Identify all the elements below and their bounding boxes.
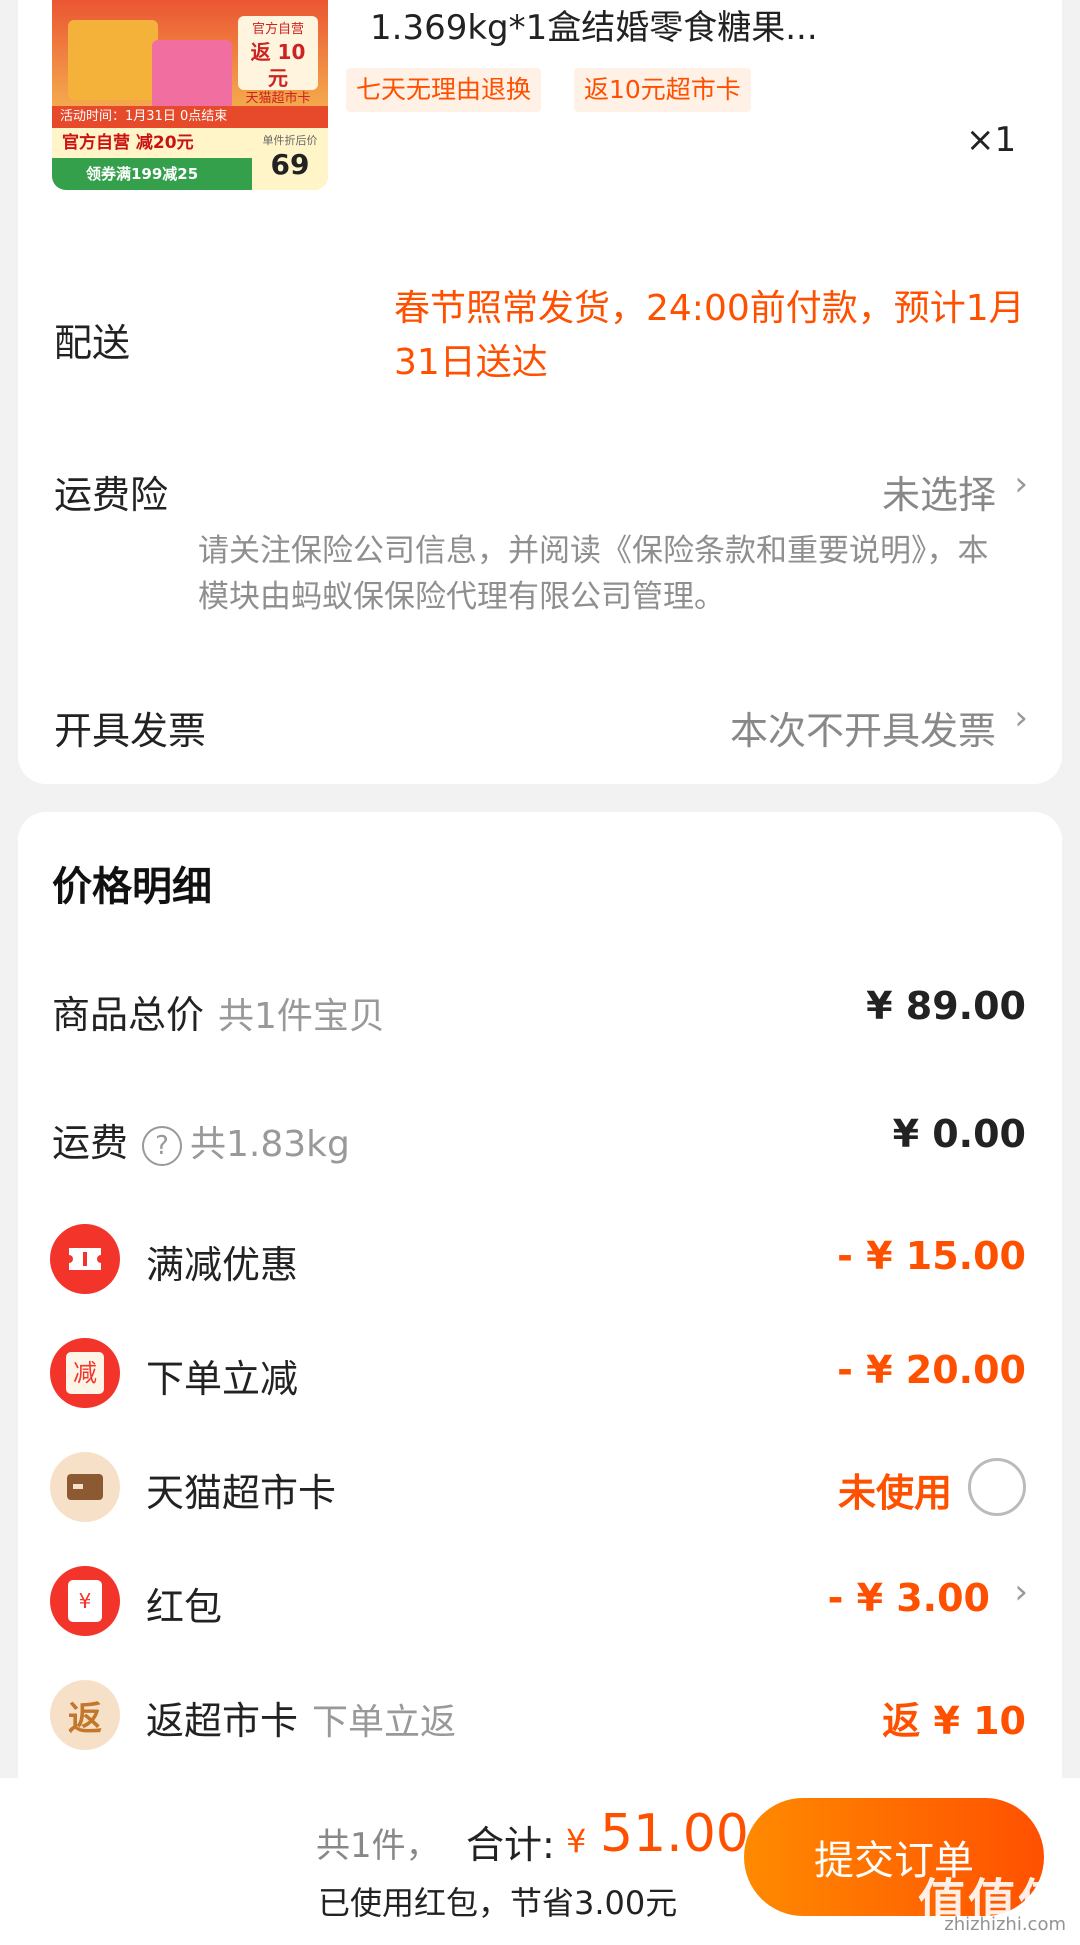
- goods-total-value: ¥ 89.00: [866, 984, 1026, 1028]
- return-icon: 返: [50, 1680, 120, 1750]
- red-packet-label: 红包: [146, 1585, 223, 1629]
- product-coupon-strip: 领券满199减25: [52, 158, 252, 190]
- price-detail-card: 价格明细 商品总价 共1件宝贝 ¥ 89.00 运费? 共1.83kg ¥ 0.00…: [18, 812, 1062, 1812]
- shipping-fee-row: 运费? 共1.83kg: [52, 1112, 350, 1167]
- tag-return-policy: 七天无理由退换: [346, 68, 542, 112]
- tag-supermarket-card: 返10元超市卡: [574, 68, 751, 112]
- order-discount-label: 下单立减: [146, 1357, 299, 1401]
- full-reduction-label: 满减优惠: [146, 1243, 299, 1287]
- product-title[interactable]: 1.369kg*1盒结婚零食糖果...: [370, 0, 818, 49]
- chevron-right-icon[interactable]: ›: [1014, 464, 1028, 504]
- return-icon-text: 返: [68, 1698, 102, 1739]
- goods-total-row: 商品总价 共1件宝贝: [52, 984, 385, 1039]
- insurance-note: 请关注保险公司信息，并阅读《保险条款和重要说明》，本模块由蚂蚁保保险代理有限公司…: [198, 533, 989, 615]
- currency-symbol: ¥: [566, 1822, 587, 1860]
- help-icon[interactable]: ?: [142, 1125, 183, 1166]
- product-promo-badge: 官方自营 返 10 元 天猫超市卡: [238, 16, 318, 106]
- order-discount-value: - ¥ 20.00: [837, 1348, 1026, 1392]
- shipping-fee-value: ¥ 0.00: [892, 1112, 1026, 1156]
- tmall-card-radio[interactable]: [968, 1458, 1026, 1516]
- order-info-card: 官方自营 返 10 元 天猫超市卡 活动时间：1月31日 0点结束 官方自营 减…: [18, 0, 1062, 784]
- delivery-info: 春节照常发货，24:00前付款，预计1月31日送达: [394, 288, 1025, 383]
- shipping-insurance-label: 运费险: [54, 473, 169, 517]
- product-activity-strip: 活动时间：1月31日 0点结束: [52, 106, 328, 128]
- return-card-value: 返 ¥ 10: [882, 1699, 1026, 1743]
- shipping-insurance-value[interactable]: 未选择: [882, 464, 996, 519]
- invoice-label: 开具发票: [54, 709, 207, 753]
- product-box-graphic: [152, 40, 232, 110]
- chevron-right-icon[interactable]: ›: [1014, 698, 1028, 738]
- product-box-graphic: [68, 20, 158, 100]
- product-image[interactable]: 官方自营 返 10 元 天猫超市卡 活动时间：1月31日 0点结束 官方自营 减…: [52, 0, 328, 190]
- full-reduction-value: - ¥ 15.00: [837, 1234, 1026, 1278]
- item-count: 共1件，: [316, 1826, 440, 1866]
- price-detail-title: 价格明细: [52, 864, 212, 910]
- chevron-right-icon[interactable]: ›: [1014, 1572, 1028, 1612]
- discount-icon-text: 减: [66, 1352, 104, 1394]
- goods-total-count: 共1件宝贝: [218, 996, 385, 1037]
- product-quantity: ×1: [966, 120, 1017, 160]
- delivery-label: 配送: [54, 321, 131, 365]
- tmall-card-label: 天猫超市卡: [146, 1471, 337, 1515]
- return-card-sub: 下单立返: [312, 1702, 457, 1743]
- shipping-weight: 共1.83kg: [190, 1124, 350, 1165]
- goods-total-label: 商品总价: [52, 993, 205, 1037]
- product-self-operated-strip: 官方自营 减20元: [52, 128, 252, 158]
- watermark-url: zhizhizhi.com: [944, 1914, 1066, 1935]
- return-card-label: 返超市卡: [146, 1699, 299, 1743]
- tmall-card-status: 未使用: [837, 1471, 952, 1515]
- total-label: 合计:: [466, 1823, 555, 1867]
- invoice-value[interactable]: 本次不开具发票: [730, 700, 996, 755]
- total-amount: 51.00: [600, 1804, 749, 1864]
- product-unit-price: 单件折后价 69: [252, 128, 328, 190]
- red-packet-value[interactable]: - ¥ 3.00: [828, 1576, 990, 1620]
- return-card-row: 返超市卡 下单立返: [146, 1690, 456, 1745]
- red-packet-icon: ¥: [50, 1566, 120, 1636]
- savings-note: 已使用红包，节省3.00元: [318, 1884, 678, 1922]
- red-packet-icon-text: ¥: [68, 1580, 102, 1622]
- ticket-icon: [50, 1224, 120, 1294]
- shipping-fee-label: 运费: [52, 1121, 129, 1165]
- discount-icon: 减: [50, 1338, 120, 1408]
- card-icon: [50, 1452, 120, 1522]
